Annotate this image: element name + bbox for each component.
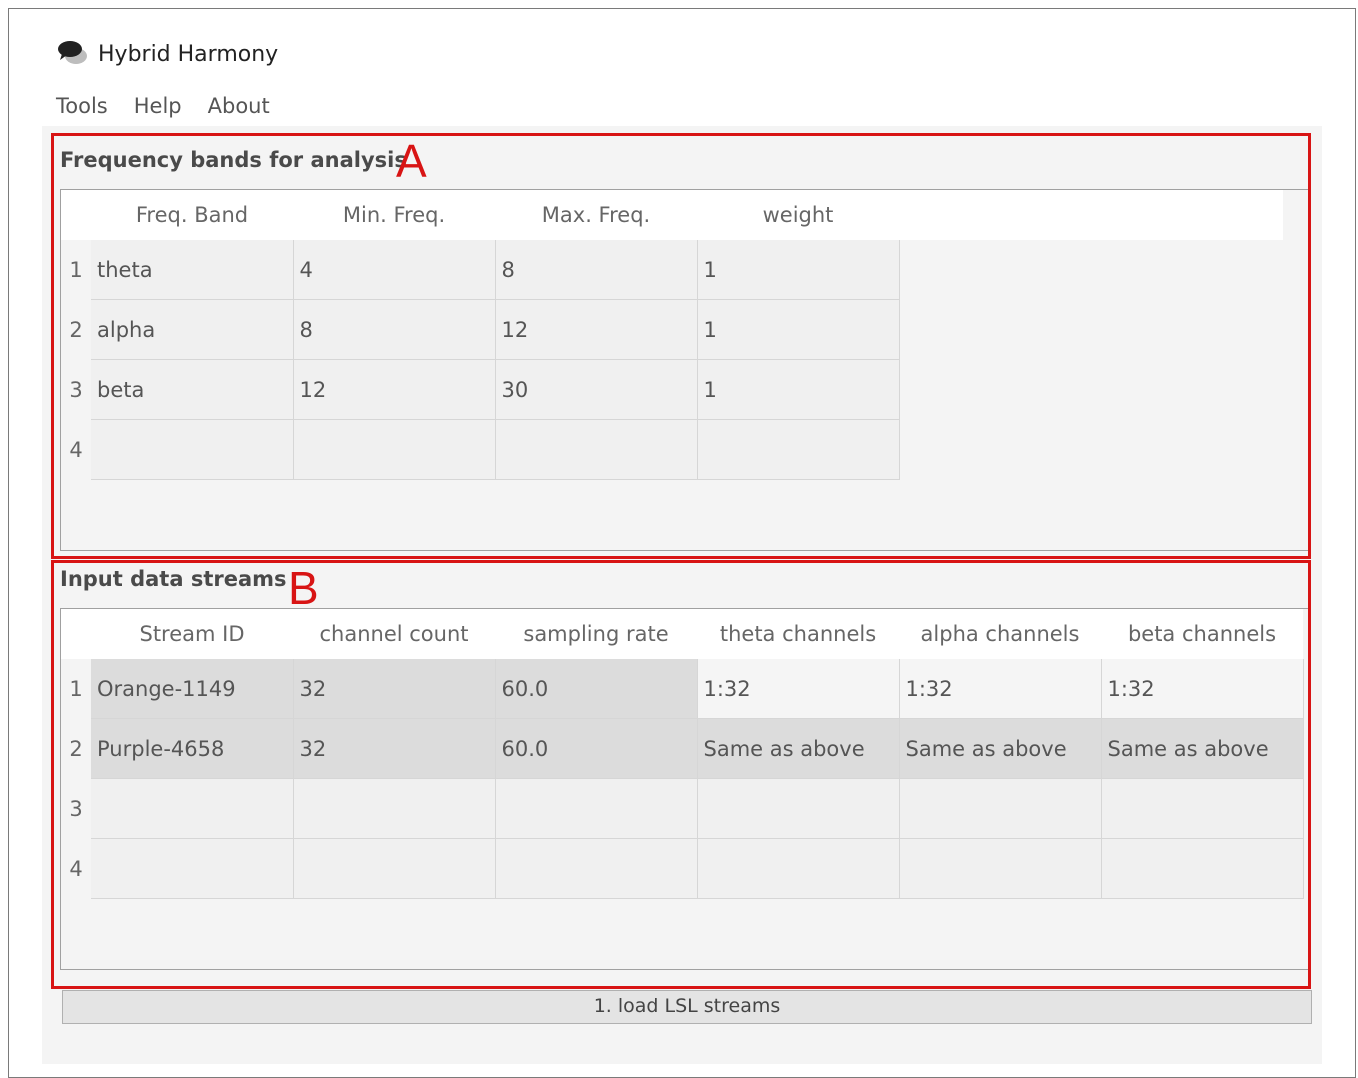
annotation-label-b: B xyxy=(288,562,319,614)
app-title: Hybrid Harmony xyxy=(98,41,279,67)
speech-bubbles-icon xyxy=(56,39,90,69)
app-header: Hybrid Harmony xyxy=(56,36,278,72)
annotation-box-b xyxy=(51,560,1311,989)
annotation-label-a: A xyxy=(396,135,427,187)
annotation-box-a xyxy=(51,133,1311,559)
menu-bar: Tools Help About xyxy=(54,90,294,122)
menu-tools[interactable]: Tools xyxy=(54,90,120,122)
menu-help[interactable]: Help xyxy=(132,90,194,122)
menu-about[interactable]: About xyxy=(206,90,282,122)
load-lsl-streams-button[interactable]: 1. load LSL streams xyxy=(62,990,1312,1024)
